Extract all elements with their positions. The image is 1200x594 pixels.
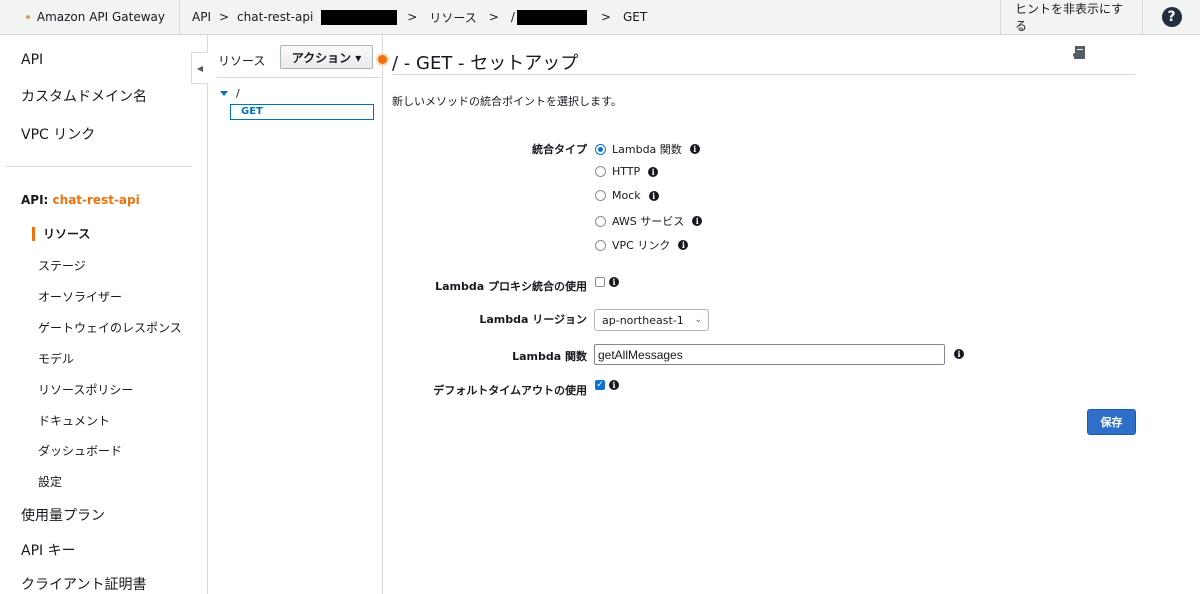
nav-item-custom-domains[interactable]: カスタムドメイン名 xyxy=(21,86,147,106)
radio-lambda[interactable]: Lambda 関数 i xyxy=(595,141,700,157)
radio-button[interactable] xyxy=(595,215,606,227)
lambda-region-value: ap-northeast-1 xyxy=(602,313,684,327)
breadcrumb: API > chat-rest-api > リソース > / > GET xyxy=(180,9,1000,26)
nav-item-documentation[interactable]: ドキュメント xyxy=(38,412,110,429)
breadcrumb-separator: > xyxy=(407,10,418,24)
radio-mock[interactable]: Mock i xyxy=(595,189,659,202)
default-timeout-row: ✓ i xyxy=(595,380,619,390)
nav-item-resource-policy[interactable]: リソースポリシー xyxy=(38,381,133,398)
help-button[interactable]: ? xyxy=(1142,0,1200,35)
help-icon: ? xyxy=(1161,7,1182,27)
resource-tree-panel: リソース アクション ▾ / GET xyxy=(208,35,383,594)
radio-label: AWS サービス xyxy=(612,215,685,228)
info-icon[interactable]: i xyxy=(692,216,703,226)
info-icon[interactable]: i xyxy=(648,190,659,201)
default-timeout-checkbox[interactable]: ✓ xyxy=(595,380,605,390)
proxy-integration-row: i xyxy=(595,277,619,287)
nav-item-usage-plans[interactable]: 使用量プラン xyxy=(21,505,105,525)
page-title: / - GET - セットアップ xyxy=(392,53,579,74)
nav-item-models[interactable]: モデル xyxy=(38,350,74,367)
info-icon[interactable]: i xyxy=(648,166,659,177)
breadcrumb-root[interactable]: / xyxy=(511,10,515,24)
radio-label: VPC リンク xyxy=(612,239,671,252)
nav-item-api-keys[interactable]: API キー xyxy=(21,540,76,560)
collapse-nav-button[interactable]: ◀ xyxy=(191,52,208,84)
caret-down-icon[interactable] xyxy=(220,91,228,96)
proxy-integration-label: Lambda プロキシ統合の使用 xyxy=(435,280,587,293)
intro-text: 新しいメソッドの統合ポイントを選択します。 xyxy=(392,95,622,108)
redacted-block xyxy=(321,9,398,25)
default-timeout-label: デフォルトタイムアウトの使用 xyxy=(433,384,587,397)
nav-api-heading: API: chat-rest-api xyxy=(21,193,140,207)
brand[interactable]: Amazon API Gateway xyxy=(0,0,180,35)
info-icon[interactable]: i xyxy=(689,144,700,154)
info-icon[interactable]: i xyxy=(609,277,619,287)
nav-item-stages[interactable]: ステージ xyxy=(38,257,86,274)
top-bar: Amazon API Gateway API > chat-rest-api >… xyxy=(0,0,1200,35)
left-navigation: API カスタムドメイン名 VPC リンク API: chat-rest-api… xyxy=(0,35,208,594)
api-gateway-logo-icon xyxy=(26,14,30,20)
breadcrumb-api-name[interactable]: chat-rest-api xyxy=(237,10,313,24)
lambda-region-label: Lambda リージョン xyxy=(479,313,587,326)
actions-dropdown-button[interactable]: アクション ▾ xyxy=(280,45,373,69)
radio-button[interactable] xyxy=(595,166,606,177)
lambda-region-select[interactable]: ap-northeast-1 ⌄ xyxy=(594,309,709,331)
nav-item-api[interactable]: API xyxy=(21,52,43,68)
tree-method-get[interactable]: GET xyxy=(230,104,374,120)
breadcrumb-api[interactable]: API xyxy=(192,10,211,24)
title-divider xyxy=(392,74,1135,75)
radio-label: Lambda 関数 xyxy=(612,143,682,156)
lambda-function-label: Lambda 関数 xyxy=(512,350,587,363)
radio-label: Mock xyxy=(612,189,641,202)
integration-type-label: 統合タイプ xyxy=(532,143,587,156)
breadcrumb-resources[interactable]: リソース xyxy=(429,9,476,26)
nav-item-vpc-links[interactable]: VPC リンク xyxy=(21,124,95,144)
nav-item-settings[interactable]: 設定 xyxy=(38,473,62,490)
nav-item-resources[interactable]: リソース xyxy=(32,227,90,241)
resize-handle-icon[interactable] xyxy=(376,53,389,66)
breadcrumb-separator: > xyxy=(218,10,230,24)
nav-item-dashboard[interactable]: ダッシュボード xyxy=(38,442,122,459)
radio-vpc-link[interactable]: VPC リンク i xyxy=(595,237,689,253)
info-icon[interactable]: i xyxy=(609,380,619,390)
redacted-block xyxy=(516,9,587,25)
breadcrumb-separator: > xyxy=(600,10,611,24)
radio-label: HTTP xyxy=(612,165,641,178)
radio-button-selected[interactable] xyxy=(595,143,606,155)
proxy-integration-checkbox[interactable] xyxy=(595,277,605,287)
nav-divider xyxy=(6,166,191,167)
info-icon[interactable]: i xyxy=(678,240,689,250)
chevron-left-icon: ◀ xyxy=(196,63,204,73)
tree-root-resource[interactable]: / xyxy=(220,87,240,100)
chevron-down-icon: ⌄ xyxy=(694,315,702,325)
nav-api-name[interactable]: chat-rest-api xyxy=(53,193,140,207)
nav-item-client-certificates[interactable]: クライアント証明書 xyxy=(21,574,146,594)
nav-api-prefix: API: xyxy=(21,193,49,207)
hide-hints-button[interactable]: ヒントを非表示にする xyxy=(1000,0,1142,35)
breadcrumb-method: GET xyxy=(622,10,648,24)
breadcrumb-separator: > xyxy=(488,10,499,24)
tree-root-label: / xyxy=(236,87,240,100)
resource-divider xyxy=(216,77,381,78)
nav-item-authorizers[interactable]: オーソライザー xyxy=(38,288,122,305)
info-icon[interactable]: i xyxy=(954,349,964,359)
documentation-book-icon[interactable] xyxy=(1072,45,1087,60)
lambda-function-input[interactable] xyxy=(594,344,945,365)
resources-label: リソース xyxy=(218,54,266,68)
radio-http[interactable]: HTTP i xyxy=(595,165,659,178)
nav-item-gateway-responses[interactable]: ゲートウェイのレスポンス xyxy=(38,319,182,336)
radio-button[interactable] xyxy=(595,190,606,201)
save-button[interactable]: 保存 xyxy=(1087,409,1136,435)
radio-button[interactable] xyxy=(595,239,606,251)
radio-aws-service[interactable]: AWS サービス i xyxy=(595,213,703,229)
brand-name: Amazon API Gateway xyxy=(36,10,165,24)
